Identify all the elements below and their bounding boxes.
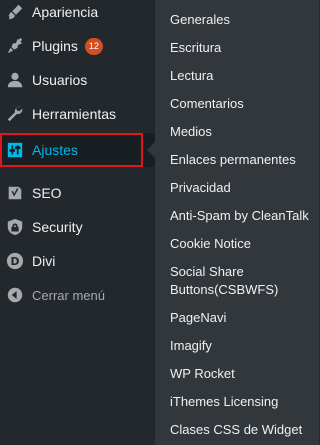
menu-item-label: Ajustes bbox=[32, 142, 78, 158]
submenu-item-clases-css-widget[interactable]: Clases CSS de Widget bbox=[170, 421, 315, 439]
collapse-menu-label: Cerrar menú bbox=[32, 287, 105, 303]
svg-text:D: D bbox=[11, 255, 20, 268]
submenu-item-medios[interactable]: Medios bbox=[170, 123, 315, 141]
submenu-item-pagenavi[interactable]: PageNavi bbox=[170, 309, 315, 327]
shield-icon bbox=[5, 217, 25, 237]
menu-item-divi[interactable]: D Divi bbox=[0, 244, 155, 278]
submenu-item-wp-rocket[interactable]: WP Rocket bbox=[170, 365, 315, 383]
collapse-icon bbox=[5, 285, 25, 305]
menu-item-ajustes[interactable]: Ajustes bbox=[0, 133, 155, 167]
admin-menu: Apariencia Plugins 12 Usuarios Herramien… bbox=[0, 0, 155, 445]
menu-item-seo[interactable]: SEO bbox=[0, 176, 155, 210]
user-icon bbox=[5, 70, 25, 90]
menu-item-plugins[interactable]: Plugins 12 bbox=[0, 29, 155, 63]
submenu-item-generales[interactable]: Generales bbox=[170, 11, 315, 29]
settings-submenu: Generales Escritura Lectura Comentarios … bbox=[155, 0, 319, 445]
submenu-item-privacidad[interactable]: Privacidad bbox=[170, 179, 315, 197]
submenu-item-ithemes-licensing[interactable]: iThemes Licensing bbox=[170, 393, 315, 411]
menu-item-security[interactable]: Security bbox=[0, 210, 155, 244]
menu-item-apariencia[interactable]: Apariencia bbox=[0, 0, 155, 29]
submenu-pointer bbox=[147, 142, 155, 158]
submenu-item-cookie-notice[interactable]: Cookie Notice bbox=[170, 235, 315, 253]
menu-item-herramientas[interactable]: Herramientas bbox=[0, 97, 155, 131]
submenu-item-enlaces-permanentes[interactable]: Enlaces permanentes bbox=[170, 151, 315, 169]
plugin-icon bbox=[5, 36, 25, 56]
submenu-item-comentarios[interactable]: Comentarios bbox=[170, 95, 315, 113]
submenu-item-anti-spam[interactable]: Anti-Spam by CleanTalk bbox=[170, 207, 315, 225]
submenu-item-escritura[interactable]: Escritura bbox=[170, 39, 315, 57]
paintbrush-icon bbox=[5, 2, 25, 22]
seo-icon bbox=[5, 183, 25, 203]
submenu-item-imagify[interactable]: Imagify bbox=[170, 337, 315, 355]
settings-icon bbox=[5, 140, 25, 160]
menu-item-label: Herramientas bbox=[32, 106, 117, 122]
menu-item-usuarios[interactable]: Usuarios bbox=[0, 63, 155, 97]
submenu-item-lectura[interactable]: Lectura bbox=[170, 67, 315, 85]
submenu-item-social-share-buttons[interactable]: Social Share Buttons(CSBWFS) bbox=[170, 263, 315, 299]
menu-item-label: Apariencia bbox=[32, 4, 99, 20]
menu-item-label: SEO bbox=[32, 185, 62, 201]
menu-item-label: Security bbox=[32, 219, 83, 235]
update-count-badge: 12 bbox=[84, 37, 103, 55]
menu-item-label: Divi bbox=[32, 253, 56, 269]
collapse-menu-button[interactable]: Cerrar menú bbox=[0, 278, 155, 312]
menu-item-label: Usuarios bbox=[32, 72, 88, 88]
menu-item-label: Plugins bbox=[32, 38, 78, 54]
divi-icon: D bbox=[5, 251, 25, 271]
wrench-icon bbox=[5, 104, 25, 124]
